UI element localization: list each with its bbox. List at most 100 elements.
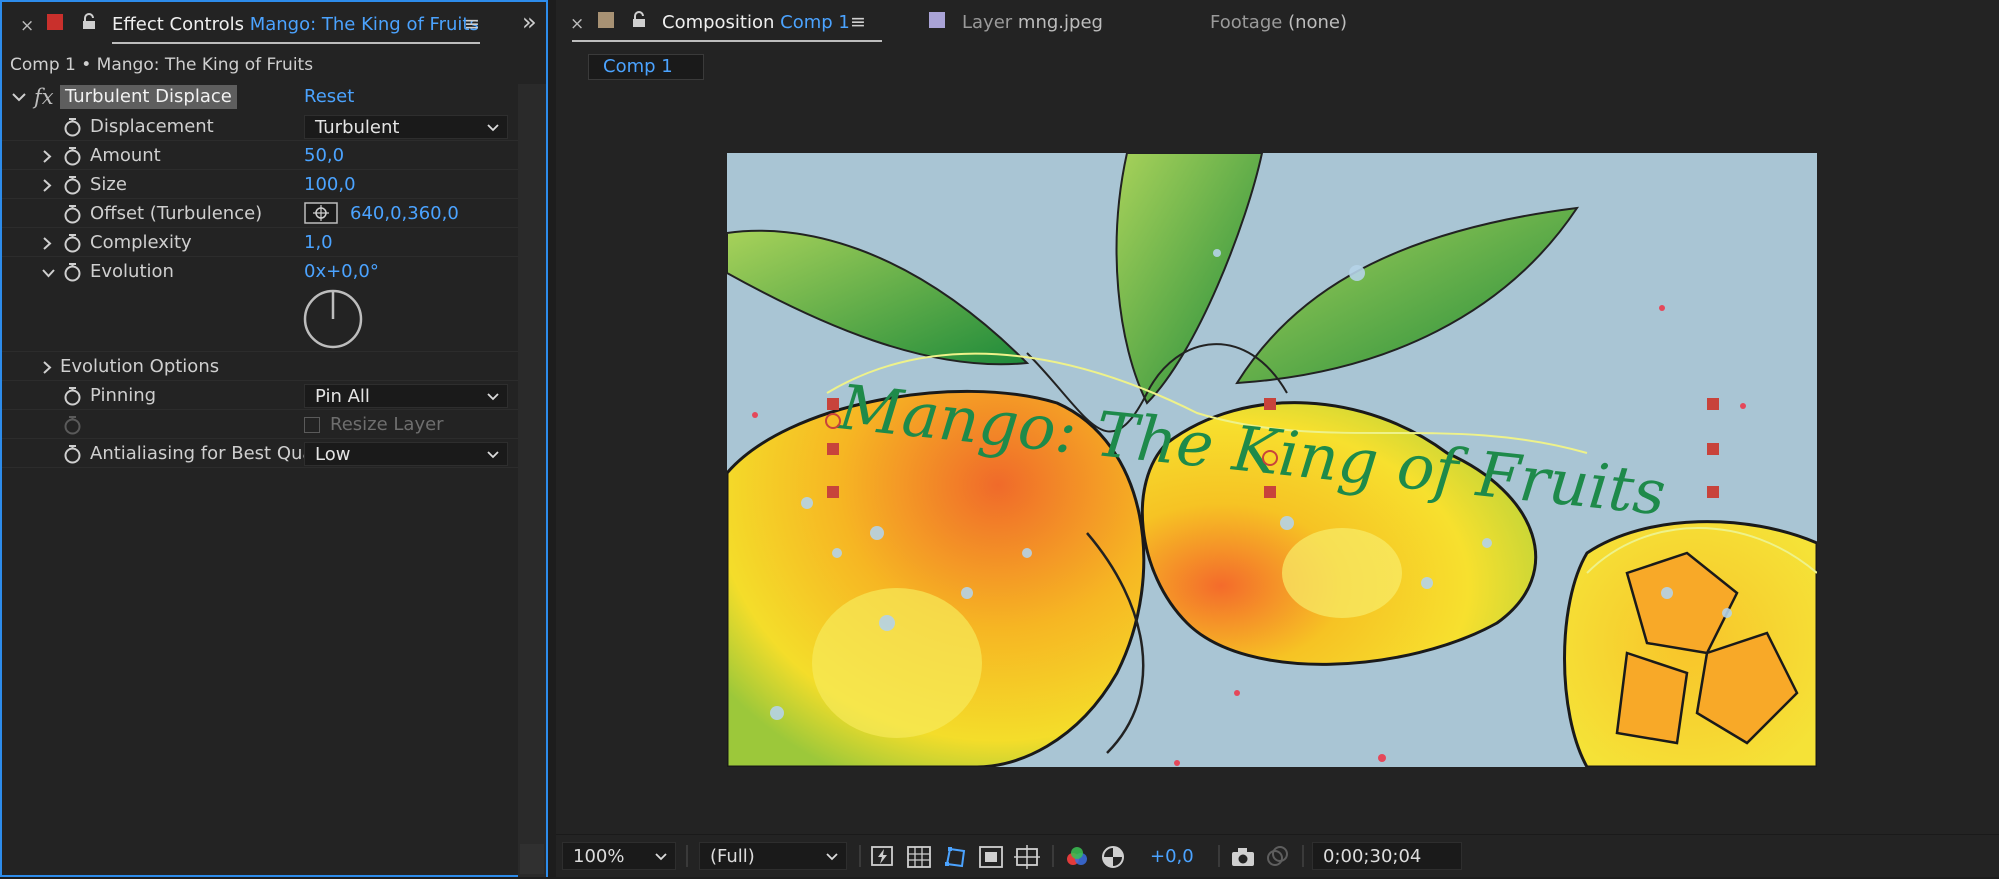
- stopwatch-icon[interactable]: [64, 234, 81, 253]
- expand-panels-icon[interactable]: »: [522, 8, 537, 36]
- tab-comp-name: Comp 1: [780, 12, 850, 33]
- chevron-right-icon[interactable]: [42, 237, 52, 250]
- effect-controls-panel: × Effect Controls Mango: The King of Fru…: [0, 0, 548, 877]
- breadcrumb-label: Comp 1: [603, 56, 673, 77]
- property-row-size: Size 100,0: [2, 170, 518, 199]
- region-of-interest-icon[interactable]: [978, 844, 1004, 870]
- composition-tab[interactable]: Composition Comp 1: [662, 12, 850, 33]
- lock-icon[interactable]: [632, 11, 646, 28]
- composition-viewer[interactable]: Mango: The King of Fruits: [556, 84, 1999, 828]
- reset-button[interactable]: Reset: [304, 86, 354, 107]
- chevron-down-icon: [487, 451, 499, 459]
- mask-path-visibility-icon[interactable]: [942, 844, 968, 870]
- composition-tabbar: × Composition Comp 1 ≡ Layer mng.jpeg Fo…: [556, 0, 1999, 48]
- layer-tab[interactable]: Layer mng.jpeg: [962, 12, 1103, 33]
- chevron-down-icon[interactable]: [12, 92, 26, 102]
- chevron-right-icon[interactable]: [42, 361, 52, 374]
- stopwatch-icon[interactable]: [64, 205, 81, 224]
- checkbox-label: Resize Layer: [330, 414, 444, 435]
- crosshair-point-icon[interactable]: [304, 202, 338, 224]
- close-tab-icon[interactable]: ×: [20, 16, 34, 36]
- timecode-value: 0;00;30;04: [1323, 846, 1422, 867]
- pinning-dropdown[interactable]: Pin All: [304, 384, 508, 408]
- evolution-angle-dial[interactable]: [302, 288, 364, 350]
- property-row-amount: Amount 50,0: [2, 141, 518, 170]
- offset-value[interactable]: 640,0,360,0: [350, 203, 459, 224]
- camera-snapshot-icon[interactable]: [1230, 844, 1256, 870]
- evolution-value[interactable]: 0x+0,0°: [304, 261, 379, 282]
- show-snapshot-icon[interactable]: [1264, 844, 1290, 870]
- chevron-right-icon[interactable]: [42, 179, 52, 192]
- composition-frame[interactable]: Mango: The King of Fruits: [727, 153, 1817, 767]
- stopwatch-icon[interactable]: [64, 147, 81, 166]
- property-label: Amount: [90, 145, 161, 166]
- panel-menu-icon[interactable]: ≡: [850, 11, 866, 33]
- property-label: Antialiasing for Best Qua: [90, 443, 314, 464]
- divider: [1218, 845, 1220, 867]
- property-row-resize-layer: Resize Layer: [2, 410, 518, 439]
- stopwatch-icon[interactable]: [64, 263, 81, 282]
- amount-value[interactable]: 50,0: [304, 145, 344, 166]
- property-label: Complexity: [90, 232, 192, 253]
- effect-controls-tabbar: × Effect Controls Mango: The King of Fru…: [2, 2, 546, 50]
- dropdown-value: Turbulent: [315, 117, 400, 138]
- complexity-value[interactable]: 1,0: [304, 232, 333, 253]
- footage-tab[interactable]: Footage (none): [1210, 12, 1347, 33]
- composition-navigator: [556, 48, 1999, 84]
- property-label: Size: [90, 174, 127, 195]
- property-row-pinning: Pinning Pin All: [2, 381, 518, 410]
- property-label: Evolution: [90, 261, 174, 282]
- divider: [686, 845, 688, 867]
- stopwatch-icon[interactable]: [64, 445, 81, 464]
- property-group-label[interactable]: Evolution Options: [60, 356, 219, 377]
- dropdown-value: (Full): [710, 846, 755, 867]
- effect-controls-tab[interactable]: Effect Controls Mango: The King of Fruit…: [112, 14, 479, 35]
- tab-layer-name: Mango: The King of Fruits: [249, 14, 479, 35]
- exposure-value[interactable]: +0,0: [1150, 846, 1194, 867]
- resize-layer-checkbox[interactable]: [304, 417, 320, 433]
- resolution-dropdown[interactable]: (Full): [699, 842, 847, 870]
- grid-guides-icon[interactable]: [1014, 844, 1040, 870]
- magnification-dropdown[interactable]: 100%: [562, 842, 676, 870]
- chevron-down-icon[interactable]: [42, 268, 55, 278]
- close-tab-icon[interactable]: ×: [570, 14, 584, 34]
- divider: [1302, 845, 1304, 867]
- color-channels-icon[interactable]: [1064, 844, 1090, 870]
- scrollbar-thumb[interactable]: [520, 844, 544, 874]
- composition-panel: × Composition Comp 1 ≡ Layer mng.jpeg Fo…: [556, 0, 1999, 877]
- label-color-swatch[interactable]: [929, 12, 945, 28]
- property-label: Pinning: [90, 385, 157, 406]
- antialiasing-dropdown[interactable]: Low: [304, 442, 508, 466]
- fast-previews-icon[interactable]: [870, 844, 896, 870]
- stopwatch-icon: [64, 416, 81, 435]
- property-row-offset: Offset (Turbulence) 640,0,360,0: [2, 199, 518, 228]
- current-time-field[interactable]: 0;00;30;04: [1312, 842, 1462, 870]
- property-label: Displacement: [90, 116, 214, 137]
- stopwatch-icon[interactable]: [64, 118, 81, 137]
- active-tab-indicator: [572, 40, 882, 42]
- panel-menu-icon[interactable]: ≡: [464, 13, 480, 35]
- composition-breadcrumb[interactable]: Comp 1: [588, 54, 704, 80]
- chevron-down-icon: [655, 853, 667, 861]
- transparency-grid-icon[interactable]: [906, 844, 932, 870]
- tab-footage-name: (none): [1288, 12, 1348, 33]
- effect-header-turbulent-displace[interactable]: fx Turbulent Displace Reset: [2, 84, 518, 112]
- effect-name[interactable]: Turbulent Displace: [60, 85, 237, 109]
- after-effects-workspace: × Effect Controls Mango: The King of Fru…: [0, 0, 1999, 879]
- mango-illustration: Mango: The King of Fruits: [727, 153, 1817, 767]
- displacement-dropdown[interactable]: Turbulent: [304, 115, 508, 139]
- fx-toggle-icon[interactable]: fx: [34, 85, 54, 109]
- lock-icon[interactable]: [82, 13, 96, 30]
- viewer-controls-bar: 100% (Full) +0,0 0;00;30;04: [556, 834, 1999, 877]
- property-label: Offset (Turbulence): [90, 203, 263, 224]
- label-color-swatch[interactable]: [47, 14, 63, 30]
- stopwatch-icon[interactable]: [64, 176, 81, 195]
- chevron-right-icon[interactable]: [42, 150, 52, 163]
- chevron-down-icon: [487, 393, 499, 401]
- reset-exposure-icon[interactable]: [1100, 844, 1126, 870]
- stopwatch-icon[interactable]: [64, 387, 81, 406]
- size-value[interactable]: 100,0: [304, 174, 356, 195]
- scrollbar[interactable]: [518, 84, 546, 877]
- tab-label: Layer: [962, 12, 1013, 33]
- label-color-swatch[interactable]: [598, 12, 614, 28]
